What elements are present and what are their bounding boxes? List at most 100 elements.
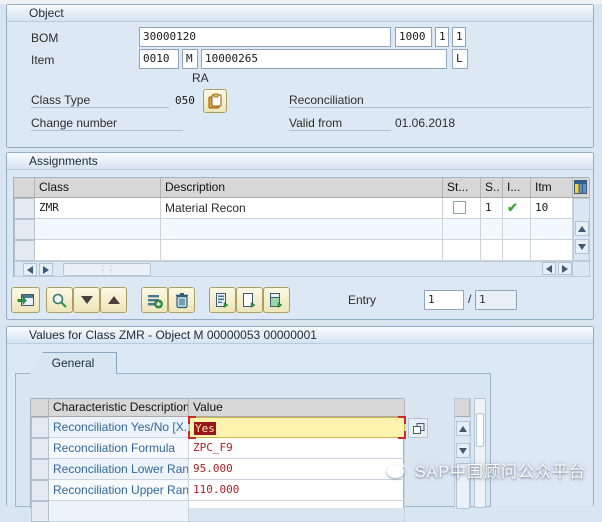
horizontal-scroll-thumb[interactable]: ⋮⋮ bbox=[63, 263, 151, 276]
row-selector[interactable] bbox=[14, 240, 35, 261]
empty-cell bbox=[161, 219, 443, 240]
insert-line-button[interactable] bbox=[141, 287, 168, 313]
sap-classification-screen: Object BOM 30000120 1000 1 1 Item 0010 M… bbox=[0, 0, 602, 504]
value-row-selector[interactable] bbox=[31, 480, 49, 501]
arrow-left-icon bbox=[27, 266, 33, 274]
class-type-label: Class Type bbox=[31, 93, 169, 108]
scroll-up-button[interactable] bbox=[575, 221, 589, 236]
characteristic-cell bbox=[49, 501, 189, 522]
scroll-down-button[interactable] bbox=[575, 239, 589, 254]
header-select-all[interactable] bbox=[14, 178, 35, 198]
list-plus-icon bbox=[146, 292, 163, 309]
copy-entry-button[interactable] bbox=[236, 287, 263, 313]
scroll-up-button[interactable] bbox=[456, 421, 470, 436]
value-input-formula[interactable]: ZPC_F9 bbox=[189, 438, 405, 459]
scroll-right-button[interactable] bbox=[39, 263, 53, 276]
corner-scroll-buttons bbox=[573, 261, 590, 277]
next-value-button[interactable] bbox=[73, 287, 100, 313]
doc-arrow-icon bbox=[241, 292, 258, 309]
assignment-description-cell[interactable]: Material Recon bbox=[161, 198, 443, 219]
column-header-status[interactable]: St... bbox=[443, 178, 481, 198]
value-row-selector[interactable] bbox=[31, 501, 49, 522]
entry-current-input[interactable]: 1 bbox=[424, 290, 464, 310]
column-header-s[interactable]: S.. bbox=[481, 178, 503, 198]
assignments-horizontal-scrollbar[interactable]: ⋮⋮ bbox=[14, 261, 573, 277]
assignments-vertical-scrollbar[interactable] bbox=[573, 198, 590, 261]
scroll-right-button-right[interactable] bbox=[558, 262, 572, 275]
previous-value-button[interactable] bbox=[100, 287, 127, 313]
insert-entry-button[interactable] bbox=[209, 287, 236, 313]
find-button[interactable] bbox=[46, 287, 73, 313]
assignment-s-cell[interactable]: 1 bbox=[481, 198, 503, 219]
value-row-selector[interactable] bbox=[31, 459, 49, 480]
class-type-value: 050 bbox=[175, 94, 195, 107]
value-row-selector[interactable] bbox=[31, 417, 49, 438]
item-number-input[interactable]: 0010 bbox=[139, 49, 179, 69]
empty-cell bbox=[531, 240, 573, 261]
tab-general[interactable]: General bbox=[29, 352, 117, 374]
watermark-text: SAP中国顾问公众平台 bbox=[415, 458, 586, 482]
arrow-down-icon bbox=[578, 244, 586, 250]
empty-cell bbox=[189, 501, 405, 522]
characteristic-cell: Reconciliation Lower Ran.. bbox=[49, 459, 189, 480]
value-input-upper-range[interactable]: 110.000 bbox=[189, 480, 405, 501]
clipboard-button[interactable] bbox=[203, 89, 227, 113]
item-category-input[interactable]: M bbox=[182, 49, 198, 69]
empty-cell bbox=[161, 240, 443, 261]
value-input-lower-range[interactable]: 95.000 bbox=[189, 459, 405, 480]
entry-label: Entry bbox=[348, 293, 376, 307]
column-header-i[interactable]: I... bbox=[503, 178, 531, 198]
assignments-groupbox: Assignments Class Description St... S.. … bbox=[6, 152, 594, 320]
column-header-description[interactable]: Description bbox=[161, 178, 443, 198]
assignment-status-cell bbox=[443, 198, 481, 219]
value-dropdown-button[interactable] bbox=[408, 418, 428, 438]
table-configuration-button[interactable] bbox=[573, 178, 590, 198]
valid-from-label: Valid from bbox=[289, 116, 391, 131]
delete-line-button[interactable] bbox=[168, 287, 195, 313]
class-description: Reconciliation bbox=[289, 93, 591, 108]
selection-corner bbox=[398, 431, 406, 439]
green-check-icon: ✔ bbox=[507, 200, 518, 215]
ra-text: RA bbox=[192, 71, 209, 85]
display-object-button[interactable] bbox=[11, 287, 40, 313]
column-header-characteristic[interactable]: Characteristic Description bbox=[49, 399, 189, 417]
values-header-selector bbox=[31, 399, 49, 417]
value-input-recon-yesno[interactable]: Yes bbox=[189, 417, 405, 438]
item-component-input[interactable]: 10000265 bbox=[201, 49, 447, 69]
value-row-selector[interactable] bbox=[31, 438, 49, 459]
arrow-up-icon bbox=[459, 426, 467, 432]
object-section-header: Object bbox=[7, 5, 593, 22]
row-selector[interactable] bbox=[14, 219, 35, 240]
scroll-left-button-right[interactable] bbox=[542, 262, 556, 275]
assignments-section-header: Assignments bbox=[7, 153, 593, 170]
empty-cell bbox=[35, 240, 161, 261]
assignments-table: Class Description St... S.. I... Itm ZMR bbox=[13, 177, 589, 277]
table-settings-icon bbox=[574, 180, 587, 194]
assignment-itm-cell[interactable]: 10 bbox=[531, 198, 573, 219]
panel-scroll-thumb[interactable] bbox=[476, 413, 484, 447]
bom-alternative-input[interactable]: 1 bbox=[452, 27, 466, 47]
selection-corner bbox=[398, 416, 406, 424]
dropdown-icon bbox=[412, 422, 425, 435]
empty-cell bbox=[443, 240, 481, 261]
column-header-itm[interactable]: Itm bbox=[531, 178, 573, 198]
bom-label: BOM bbox=[31, 31, 58, 45]
bom-usage-input[interactable]: 1 bbox=[435, 27, 449, 47]
bom-input[interactable]: 30000120 bbox=[139, 27, 391, 47]
triangle-up-icon bbox=[108, 296, 120, 304]
row-selector[interactable] bbox=[14, 198, 35, 219]
scroll-left-button[interactable] bbox=[23, 263, 37, 276]
assignment-class-cell[interactable]: ZMR bbox=[35, 198, 161, 219]
status-checkbox[interactable] bbox=[453, 201, 466, 214]
window-arrow-icon bbox=[17, 292, 35, 308]
selection-corner bbox=[188, 416, 196, 424]
entry-separator: / bbox=[468, 292, 471, 306]
trash-icon bbox=[174, 292, 190, 309]
characteristic-cell: Reconciliation Formula bbox=[49, 438, 189, 459]
bom-plant-input[interactable]: 1000 bbox=[395, 27, 432, 47]
empty-cell bbox=[503, 219, 531, 240]
column-header-class[interactable]: Class bbox=[35, 178, 161, 198]
change-entry-button[interactable] bbox=[263, 287, 290, 313]
clipboard-icon bbox=[207, 93, 223, 109]
column-header-value[interactable]: Value bbox=[189, 399, 405, 417]
